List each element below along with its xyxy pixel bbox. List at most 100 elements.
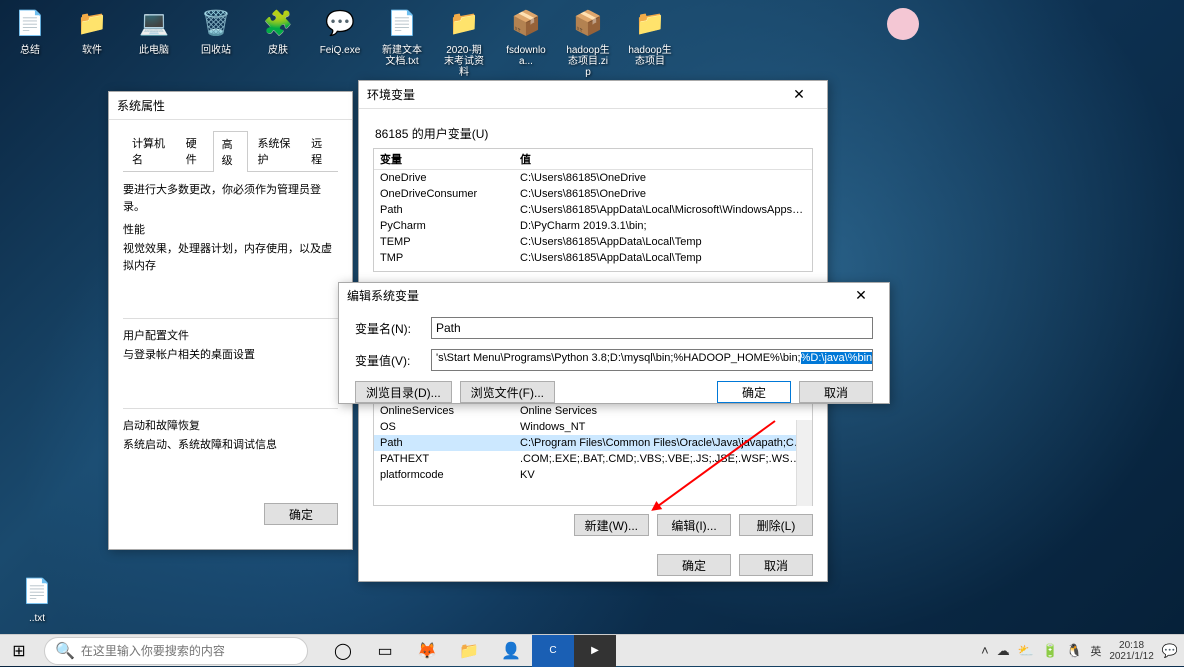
app-icon: 📁: [446, 5, 482, 41]
user-desc: 与登录帐户相关的桌面设置: [123, 347, 338, 364]
table-row[interactable]: PyCharmD:\PyCharm 2019.3.1\bin;: [374, 218, 812, 234]
tab-0[interactable]: 计算机名: [123, 130, 177, 171]
icon-label: 2020-期末考试资料: [442, 45, 486, 78]
table-row[interactable]: OSWindows_NT: [374, 419, 812, 435]
app-icon: 💻: [136, 5, 172, 41]
system-vars-table[interactable]: OnlineServicesOnline ServicesOSWindows_N…: [373, 402, 813, 506]
desktop-icon[interactable]: 💻 此电脑: [132, 5, 176, 78]
app-icon[interactable]: ▶: [574, 635, 616, 667]
browse-file-button[interactable]: 浏览文件(F)...: [460, 381, 555, 403]
tray-icon[interactable]: 🐧: [1066, 643, 1082, 659]
app-icon: 🗑️: [198, 5, 234, 41]
battery-icon[interactable]: 🔋: [1042, 643, 1058, 659]
desktop-icon[interactable]: 📄 总结: [8, 5, 52, 78]
boot-section-label: 启动和故障恢复: [123, 408, 338, 433]
cancel-button[interactable]: 取消: [739, 554, 813, 576]
scrollbar[interactable]: [796, 420, 812, 506]
desktop-icon[interactable]: 📁 2020-期末考试资料: [442, 5, 486, 78]
tab-2[interactable]: 高级: [213, 131, 249, 172]
app-icon: 📦: [508, 5, 544, 41]
app-icon: 📄: [12, 5, 48, 41]
edit-system-variable-dialog: 编辑系统变量 ✕ 变量名(N): 变量值(V): 's\Start Menu\P…: [338, 282, 890, 404]
close-icon[interactable]: ✕: [779, 84, 819, 106]
edit-button[interactable]: 编辑(I)...: [657, 514, 731, 536]
var-value-label: 变量值(V):: [355, 352, 431, 369]
new-button[interactable]: 新建(W)...: [574, 514, 649, 536]
ok-button[interactable]: 确定: [657, 554, 731, 576]
desktop-icon[interactable]: 🧩皮肤: [256, 5, 300, 78]
dialog-title-text: 编辑系统变量: [347, 287, 419, 304]
app-icon: 💬: [322, 5, 358, 41]
app-icon[interactable]: 👤: [490, 635, 532, 667]
table-row[interactable]: OneDriveConsumerC:\Users\86185\OneDrive: [374, 186, 812, 202]
app-icon[interactable]: C: [532, 635, 574, 667]
desktop-icon[interactable]: 📦 hadoop生态项目.zip: [566, 5, 610, 78]
search-box[interactable]: 🔍: [44, 637, 308, 665]
boot-desc: 系统启动、系统故障和调试信息: [123, 437, 338, 454]
system-properties-dialog: 系统属性 计算机名硬件高级系统保护远程 要进行大多数更改，你必须作为管理员登录。…: [108, 91, 353, 550]
desktop-icon[interactable]: 🗑️ 回收站: [194, 5, 238, 78]
table-row[interactable]: PathC:\Users\86185\AppData\Local\Microso…: [374, 202, 812, 218]
explorer-icon[interactable]: 📁: [448, 635, 490, 667]
file-icon: 📄: [19, 573, 55, 609]
cortana-icon[interactable]: ◯: [322, 635, 364, 667]
table-row[interactable]: platformcodeKV: [374, 467, 812, 483]
icon-label: 软件: [82, 45, 102, 56]
user-vars-table[interactable]: 变量 值 OneDriveC:\Users\86185\OneDriveOneD…: [373, 148, 813, 272]
icon-label: hadoop生态项目: [628, 45, 672, 67]
dialog-titlebar[interactable]: 环境变量 ✕: [359, 81, 827, 109]
tab-3[interactable]: 系统保护: [248, 130, 302, 171]
icon-label: fsdownloa...: [504, 45, 548, 67]
browse-dir-button[interactable]: 浏览目录(D)...: [355, 381, 452, 403]
task-view-icon[interactable]: ▭: [364, 635, 406, 667]
user-section-label: 用户配置文件: [123, 318, 338, 343]
table-row[interactable]: TEMPC:\Users\86185\AppData\Local\Temp: [374, 234, 812, 250]
icon-label: 回收站: [201, 45, 231, 56]
notifications-icon[interactable]: 💬: [1162, 643, 1178, 659]
desktop-icons-row: 📄总结📁软件💻此电脑🗑️回收站🧩皮肤💬FeiQ.exe📄新建文本文档.txt📁2…: [8, 5, 672, 78]
ime-indicator[interactable]: 英: [1090, 643, 1101, 659]
ok-button[interactable]: 确定: [264, 503, 338, 525]
tab-1[interactable]: 硬件: [177, 130, 213, 171]
tab-4[interactable]: 远程: [302, 130, 338, 171]
var-value-input[interactable]: 's\Start Menu\Programs\Python 3.8;D:\mys…: [431, 349, 873, 371]
desktop-icon[interactable]: 📁 hadoop生态项目: [628, 5, 672, 78]
tray-icon[interactable]: ☁: [997, 643, 1010, 659]
desktop-icon[interactable]: 📁软件: [70, 5, 114, 78]
icon-label: 皮肤: [268, 45, 288, 56]
path-selection: %D:\java\%bin;: [801, 352, 873, 364]
clock[interactable]: 20:18 2021/1/12: [1109, 640, 1154, 662]
firefox-icon[interactable]: 🦊: [406, 635, 448, 667]
icon-label: 此电脑: [139, 45, 169, 56]
icon-label: ..txt: [29, 613, 45, 624]
desktop-icon-txt[interactable]: 📄 ..txt: [15, 573, 59, 624]
chevron-up-icon[interactable]: ˄: [981, 643, 989, 658]
table-row[interactable]: PATHEXT.COM;.EXE;.BAT;.CMD;.VBS;.VBE;.JS…: [374, 451, 812, 467]
col-val[interactable]: 值: [514, 149, 812, 169]
icon-label: FeiQ.exe: [320, 45, 361, 56]
table-row[interactable]: TMPC:\Users\86185\AppData\Local\Temp: [374, 250, 812, 266]
col-var[interactable]: 变量: [374, 149, 514, 169]
icon-label: hadoop生态项目.zip: [566, 45, 610, 78]
app-icon: 📦: [570, 5, 606, 41]
dialog-title-text: 环境变量: [367, 86, 415, 103]
app-icon: 📁: [632, 5, 668, 41]
ok-button[interactable]: 确定: [717, 381, 791, 403]
tray-icon[interactable]: ⛅: [1018, 643, 1034, 659]
search-input[interactable]: [81, 644, 297, 658]
user-vars-label: 86185 的用户变量(U): [375, 125, 813, 142]
table-row[interactable]: OneDriveC:\Users\86185\OneDrive: [374, 170, 812, 186]
var-name-input[interactable]: [431, 317, 873, 339]
icon-label: 总结: [20, 45, 40, 56]
desktop-icon[interactable]: 📄新建文本文档.txt: [380, 5, 424, 78]
dialog-titlebar[interactable]: 系统属性: [109, 92, 352, 120]
delete-button[interactable]: 删除(L): [739, 514, 813, 536]
cancel-button[interactable]: 取消: [799, 381, 873, 403]
start-button[interactable]: ⊞: [0, 635, 38, 667]
dialog-titlebar[interactable]: 编辑系统变量 ✕: [339, 283, 889, 307]
perf-section-label: 性能: [123, 221, 338, 237]
path-prefix: 's\Start Menu\Programs\Python 3.8;D:\mys…: [436, 352, 801, 364]
desktop-icon[interactable]: 📦 fsdownloa...: [504, 5, 548, 78]
close-icon[interactable]: ✕: [841, 284, 881, 306]
desktop-icon[interactable]: 💬 FeiQ.exe: [318, 5, 362, 78]
